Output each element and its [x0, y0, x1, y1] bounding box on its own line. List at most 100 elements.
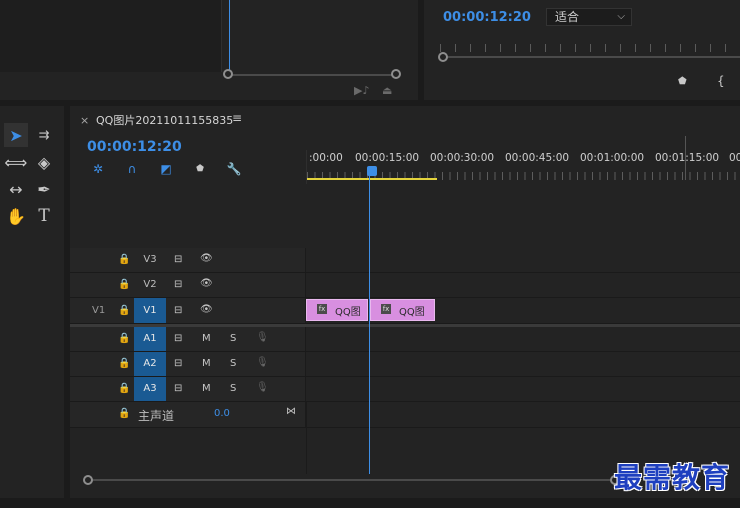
chevron-down-icon: ⌵ — [617, 11, 625, 22]
clip-label: QQ图 — [335, 307, 361, 318]
sync-lock-icon[interactable]: ⊟ — [174, 358, 182, 369]
track-header-v1: V1 🔒 V1 ⊟ 👁 — [70, 298, 306, 323]
watermark-text: 最需教育 — [614, 461, 731, 494]
track-content-v1[interactable]: fx QQ图 fx QQ图 — [306, 298, 740, 323]
track-name-a1[interactable]: A1 — [134, 327, 166, 351]
solo-button[interactable]: S — [230, 383, 236, 394]
eye-icon[interactable]: 👁 — [200, 278, 213, 289]
track-content-master[interactable] — [306, 402, 740, 427]
header-content-separator — [306, 402, 307, 474]
timeline-scroll-track[interactable] — [92, 479, 616, 481]
insert-icon[interactable]: ▶♪ — [354, 84, 369, 97]
track-row-v3: 🔒 V3 ⊟ 👁 — [70, 248, 740, 273]
mark-in-icon[interactable]: { — [717, 74, 725, 88]
track-name-v1[interactable]: V1 — [134, 298, 166, 323]
track-header-a2: 🔒 A2 ⊟ M S 🎙 — [70, 352, 306, 376]
track-name-v3[interactable]: V3 — [134, 248, 166, 272]
solo-button[interactable]: S — [230, 333, 236, 344]
lock-icon[interactable]: 🔒 — [118, 279, 130, 290]
track-header-v3: 🔒 V3 ⊟ 👁 — [70, 248, 306, 272]
video-clip[interactable]: fx QQ图 — [370, 299, 435, 321]
mute-button[interactable]: M — [202, 358, 211, 369]
lock-icon[interactable]: 🔒 — [118, 383, 130, 394]
export-frame-icon[interactable]: ⏏ — [382, 84, 392, 97]
linked-selection-icon[interactable]: ◩ — [158, 162, 174, 176]
eye-icon[interactable]: 👁 — [200, 304, 213, 315]
track-content-a3[interactable] — [306, 377, 740, 401]
lock-icon[interactable]: 🔒 — [118, 408, 130, 419]
go-to-end-icon[interactable]: ⋈ — [286, 406, 296, 417]
program-ruler[interactable] — [440, 44, 738, 52]
track-content-a1[interactable] — [306, 327, 740, 351]
source-playhead[interactable] — [229, 0, 230, 74]
sync-lock-icon[interactable]: ⊟ — [174, 254, 182, 265]
lock-icon[interactable]: 🔒 — [118, 254, 130, 265]
lock-icon[interactable]: 🔒 — [118, 333, 130, 344]
tab-menu-icon[interactable]: ≡ — [232, 111, 242, 125]
program-monitor-panel: 00:00:12:20 适合 ⌵ ⬟ { — [424, 0, 740, 100]
hand-tool-icon[interactable]: ✋ — [4, 204, 28, 228]
sync-lock-icon[interactable]: ⊟ — [174, 383, 182, 394]
source-scroll-right-handle[interactable] — [391, 69, 401, 79]
track-row-master: 🔒 主声道 0.0 ⋈ — [70, 402, 740, 428]
track-content-a2[interactable] — [306, 352, 740, 376]
nest-sequence-icon[interactable]: ✲ — [90, 162, 106, 176]
microphone-icon[interactable]: 🎙 — [256, 332, 269, 343]
source-scroll-track[interactable] — [230, 74, 396, 76]
close-tab-button[interactable]: × — [80, 114, 89, 127]
sync-lock-icon[interactable]: ⊟ — [174, 333, 182, 344]
sequence-tab[interactable]: QQ图片20211011155835 — [96, 112, 233, 128]
timeline-scroll-left-handle[interactable] — [83, 475, 93, 485]
microphone-icon[interactable]: 🎙 — [256, 357, 269, 368]
add-marker-icon[interactable]: ⬟ — [192, 162, 208, 176]
track-content-v2[interactable] — [306, 273, 740, 297]
program-scroll-handle[interactable] — [438, 52, 448, 62]
sync-lock-icon[interactable]: ⊟ — [174, 279, 182, 290]
program-timecode[interactable]: 00:00:12:20 — [443, 10, 531, 25]
razor-tool-icon[interactable]: ◈ — [32, 150, 56, 174]
track-name-a2[interactable]: A2 — [134, 352, 166, 376]
source-patch-v1[interactable]: V1 — [92, 305, 105, 316]
lock-icon[interactable]: 🔒 — [118, 305, 130, 316]
slip-tool-icon[interactable]: ↔ — [4, 177, 28, 201]
track-header-a1: 🔒 A1 ⊟ M S 🎙 — [70, 327, 306, 351]
timeline-panel: × QQ图片20211011155835 ≡ 00:00:12:20 ✲ ∩ ◩… — [70, 106, 740, 498]
source-scroll-left-handle[interactable] — [223, 69, 233, 79]
track-row-a1: 🔒 A1 ⊟ M S 🎙 — [70, 327, 740, 352]
timeline-timecode[interactable]: 00:00:12:20 — [87, 139, 182, 155]
type-tool-icon[interactable]: T — [32, 204, 56, 228]
fx-badge-icon: fx — [381, 304, 391, 314]
time-ruler[interactable]: :00:00 00:00:15:00 00:00:30:00 00:00:45:… — [306, 136, 740, 184]
snap-magnet-icon[interactable]: ∩ — [124, 162, 140, 176]
ruler-label: 00:00:45:00 — [505, 152, 570, 164]
timeline-playhead-line[interactable] — [369, 172, 370, 474]
track-row-v1: V1 🔒 V1 ⊟ 👁 fx QQ图 fx QQ图 — [70, 298, 740, 324]
eye-icon[interactable]: 👁 — [200, 253, 213, 264]
track-content-v3[interactable] — [306, 248, 740, 272]
mute-button[interactable]: M — [202, 333, 211, 344]
fit-dropdown[interactable]: 适合 ⌵ — [546, 8, 632, 26]
fx-badge-icon: fx — [317, 304, 327, 314]
mute-button[interactable]: M — [202, 383, 211, 394]
wrench-settings-icon[interactable]: 🔧 — [226, 162, 242, 176]
master-volume-value[interactable]: 0.0 — [214, 408, 230, 419]
selection-tool-icon[interactable]: ➤ — [4, 123, 28, 147]
video-clip[interactable]: fx QQ图 — [306, 299, 368, 321]
clip-label: QQ图 — [399, 307, 425, 318]
program-scroll-track[interactable] — [444, 56, 740, 58]
microphone-icon[interactable]: 🎙 — [256, 382, 269, 393]
track-row-v2: 🔒 V2 ⊟ 👁 — [70, 273, 740, 298]
pen-tool-icon[interactable]: ✒ — [32, 177, 56, 201]
sync-lock-icon[interactable]: ⊟ — [174, 305, 182, 316]
track-name-a3[interactable]: A3 — [134, 377, 166, 401]
ripple-edit-tool-icon[interactable]: ⟺ — [4, 150, 28, 174]
master-track-label: 主声道 — [138, 409, 175, 423]
work-area-bar[interactable] — [307, 178, 437, 180]
ruler-label: 00:01:15:00 — [655, 152, 720, 164]
add-marker-icon[interactable]: ⬟ — [678, 76, 687, 87]
solo-button[interactable]: S — [230, 358, 236, 369]
track-row-a3: 🔒 A3 ⊟ M S 🎙 — [70, 377, 740, 402]
track-select-tool-icon[interactable]: ⇉ — [32, 123, 56, 147]
track-name-v2[interactable]: V2 — [134, 273, 166, 297]
lock-icon[interactable]: 🔒 — [118, 358, 130, 369]
